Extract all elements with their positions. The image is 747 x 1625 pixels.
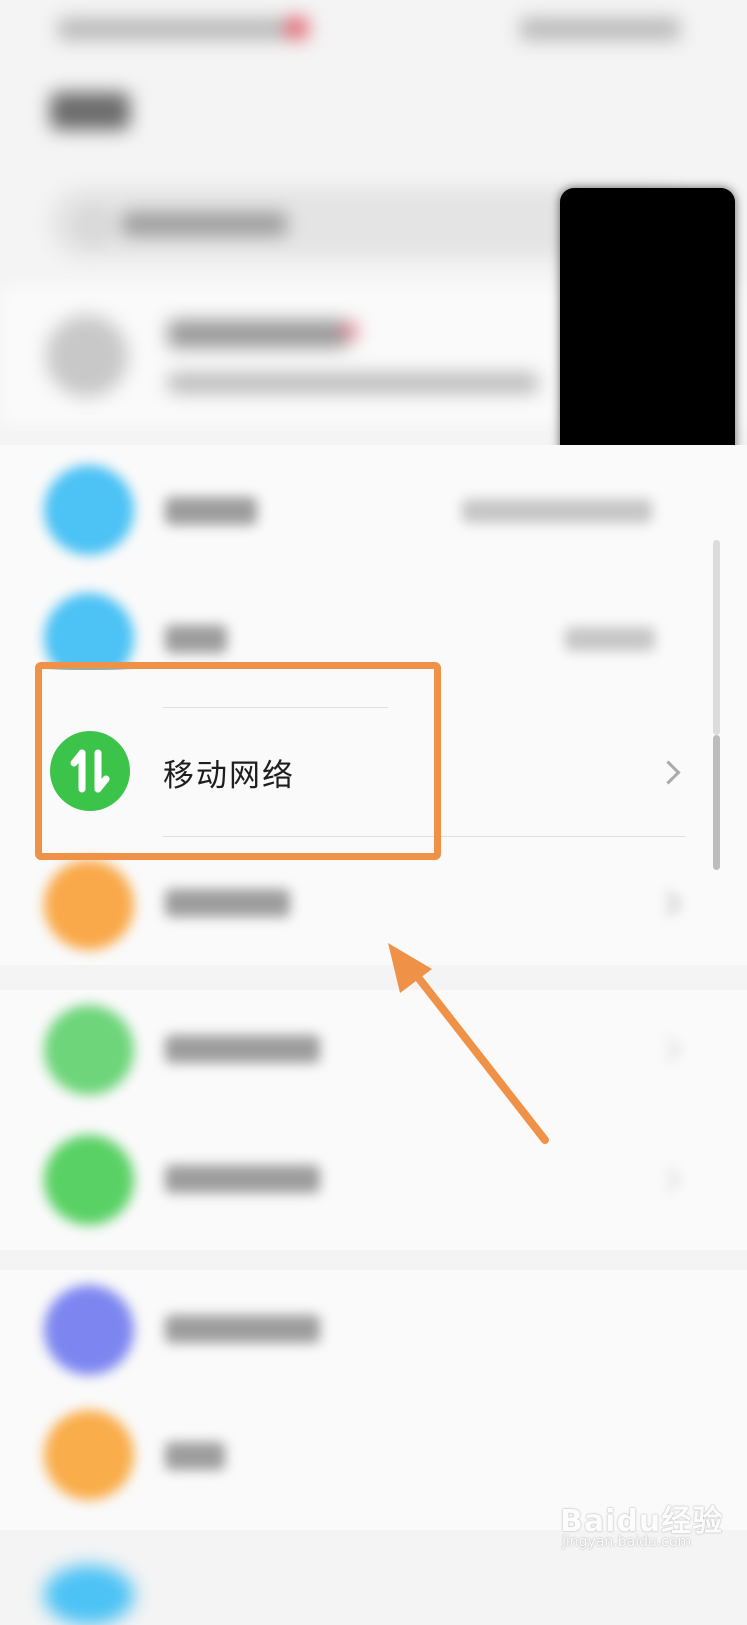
next-row-icon-peek (44, 1565, 134, 1625)
avatar (46, 315, 128, 397)
more-connections-icon (44, 860, 134, 950)
bluetooth-label-blur (165, 625, 227, 653)
status-notification-dot (285, 16, 309, 40)
wlan-icon (44, 465, 134, 555)
wlan-value-blur (462, 499, 652, 523)
status-bar (0, 0, 747, 60)
home-screen-icon (44, 1005, 134, 1095)
sounds-label-blur (165, 1315, 320, 1343)
more-connections-chevron-icon (656, 891, 681, 916)
arrow-annotation (388, 943, 549, 1144)
settings-row-sounds[interactable] (0, 1270, 747, 1390)
status-right-blur (520, 18, 680, 40)
watermark-sub-text: jingyan.baidu.com (562, 1534, 692, 1550)
page-title (50, 92, 130, 130)
display-icon (44, 1135, 134, 1225)
display-label-blur (165, 1165, 320, 1193)
sounds-icon (44, 1285, 134, 1375)
status-left-blur (58, 18, 288, 40)
scroll-thumb[interactable] (713, 735, 720, 870)
notifications-label-blur (165, 1442, 225, 1470)
home-screen-label-blur (165, 1035, 320, 1063)
home-screen-chevron-icon (656, 1037, 681, 1062)
search-placeholder-blur (122, 212, 287, 236)
wlan-label-blur (165, 497, 257, 525)
display-chevron-icon (656, 1167, 681, 1192)
settings-row-wlan[interactable] (0, 445, 747, 575)
account-badge (342, 323, 358, 339)
account-desc-blur (168, 373, 538, 393)
notifications-icon (44, 1410, 134, 1500)
search-icon (78, 210, 108, 240)
more-connections-label-blur (165, 889, 290, 917)
bluetooth-value-blur (565, 627, 655, 651)
scroll-track (713, 540, 720, 735)
highlight-annotation (35, 662, 441, 860)
baidu-watermark: Baidu经验 jingyan.baidu.com (560, 1496, 730, 1576)
account-name-blur (168, 320, 348, 348)
